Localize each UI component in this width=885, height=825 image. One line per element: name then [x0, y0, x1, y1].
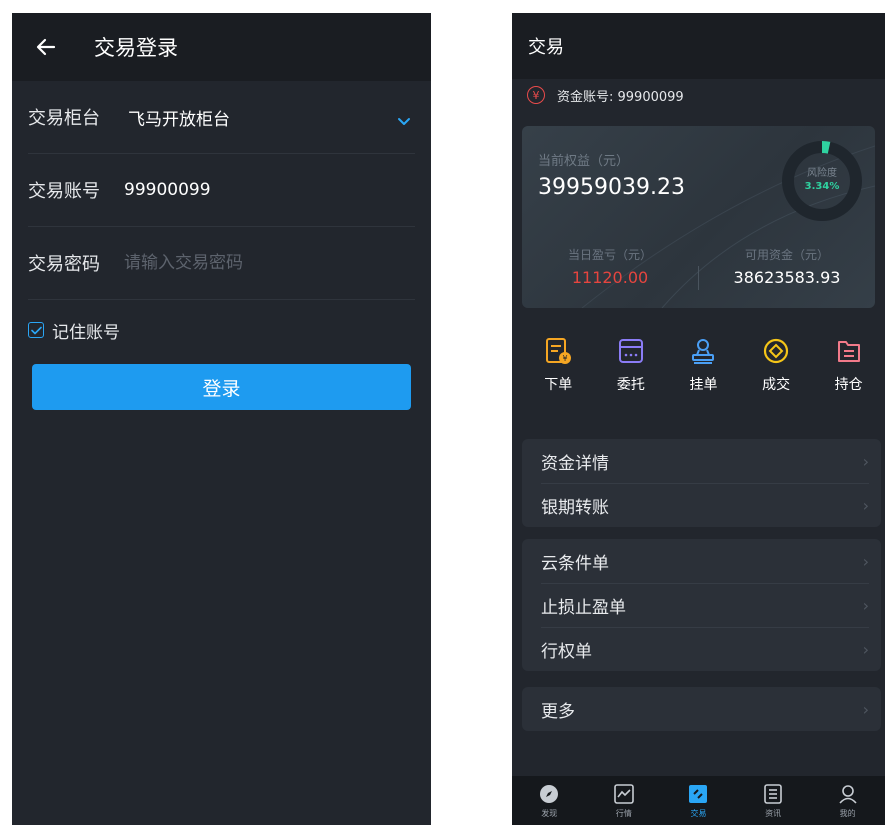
chevron-right-icon: ›: [862, 551, 869, 571]
menu-group-orders: 云条件单 › 止损止盈单 › 行权单 ›: [522, 539, 881, 671]
action-order[interactable]: ¥ 下单: [522, 336, 595, 394]
counter-label: 交易柜台: [28, 108, 100, 129]
chevron-right-icon: ›: [862, 639, 869, 659]
login-header: 交易登录: [12, 13, 431, 81]
action-position-label: 持仓: [834, 377, 863, 393]
equity-label: 当前权益（元）: [538, 154, 630, 169]
trade-icon: [689, 784, 708, 803]
tab-label: 交易: [690, 808, 707, 818]
trade-header: 交易: [512, 13, 885, 79]
order-icon: ¥: [546, 338, 572, 364]
menu-item-label: 更多: [541, 701, 575, 722]
deal-icon: [763, 338, 789, 364]
counter-select[interactable]: 交易柜台 飞马开放柜台: [28, 81, 415, 154]
available-funds-label: 可用资金（元）: [744, 248, 829, 262]
login-button[interactable]: 登录: [32, 364, 411, 410]
action-bar: ¥ 下单 委托 挂单 成交 持仓: [522, 336, 885, 394]
equity-card: 当前权益（元） 39959039.23 风险度 3.34% 当日盈亏（元） 11…: [522, 126, 875, 308]
risk-value: 3.34%: [804, 181, 840, 192]
fund-account-label: 资金账号: 99900099: [557, 89, 684, 105]
menu-item-exercise[interactable]: 行权单 ›: [522, 627, 881, 671]
tab-discover[interactable]: 发现: [512, 776, 587, 825]
chevron-down-icon[interactable]: [397, 111, 411, 130]
menu-item-label: 云条件单: [541, 553, 609, 574]
equity-value: 39959039.23: [538, 175, 685, 200]
menu-item-cloud-conditional[interactable]: 云条件单 ›: [522, 539, 881, 583]
entrust-icon: [618, 339, 643, 363]
menu-item-label: 资金详情: [541, 453, 609, 474]
remember-checkbox[interactable]: [28, 322, 44, 338]
tab-label: 我的: [839, 808, 856, 818]
back-arrow-icon[interactable]: [26, 27, 66, 67]
risk-label: 风险度: [807, 168, 837, 179]
svg-text:¥: ¥: [563, 354, 568, 363]
menu-item-bank-transfer[interactable]: 银期转账 ›: [522, 483, 881, 527]
menu-item-stop-loss[interactable]: 止损止盈单 ›: [522, 583, 881, 627]
action-position[interactable]: 持仓: [812, 336, 885, 394]
yuan-icon: ¥: [527, 86, 545, 104]
remember-label: 记住账号: [52, 322, 120, 343]
chevron-right-icon: ›: [862, 451, 869, 471]
menu-item-label: 行权单: [541, 641, 592, 662]
counter-value: 飞马开放柜台: [128, 109, 230, 130]
tab-label: 行情: [615, 808, 632, 818]
page-title: 交易登录: [94, 36, 178, 60]
tab-label: 发现: [541, 808, 558, 818]
menu-item-fund-details[interactable]: 资金详情 ›: [522, 439, 881, 483]
chart-icon: [614, 783, 634, 804]
available-funds-value: 38623583.93: [733, 268, 841, 287]
password-field[interactable]: [124, 253, 384, 273]
menu-item-label: 止损止盈单: [541, 597, 626, 618]
action-pending-order[interactable]: 挂单: [667, 336, 740, 394]
fund-account-row[interactable]: ¥ 资金账号: 99900099: [512, 79, 885, 111]
daily-pnl-label: 当日盈亏（元）: [567, 248, 652, 262]
pending-order-icon: [692, 339, 715, 364]
tab-label: 资讯: [765, 808, 782, 818]
tab-news[interactable]: 资讯: [736, 776, 811, 825]
chevron-right-icon: ›: [862, 495, 869, 515]
action-pending-order-label: 挂单: [689, 377, 718, 393]
tab-market[interactable]: 行情: [587, 776, 662, 825]
action-deal-label: 成交: [762, 377, 791, 393]
account-field[interactable]: 99900099: [124, 180, 211, 200]
menu-item-label: 银期转账: [541, 497, 609, 518]
action-deal[interactable]: 成交: [740, 336, 813, 394]
password-label: 交易密码: [28, 254, 100, 275]
page-title: 交易: [528, 37, 564, 58]
remember-account[interactable]: 记住账号: [28, 316, 415, 344]
action-order-label: 下单: [544, 377, 573, 393]
daily-pnl-value: 11120.00: [571, 268, 649, 287]
chevron-right-icon: ›: [862, 699, 869, 719]
menu-group-more: 更多 ›: [522, 687, 881, 731]
tab-profile[interactable]: 我的: [810, 776, 885, 825]
compass-icon: [540, 784, 559, 803]
account-row: 交易账号 99900099: [28, 154, 415, 227]
tab-trade[interactable]: 交易: [661, 776, 736, 825]
menu-group-funds: 资金详情 › 银期转账 ›: [522, 439, 881, 527]
action-entrust[interactable]: 委托: [595, 336, 668, 394]
news-icon: [764, 783, 782, 804]
action-entrust-label: 委托: [616, 377, 645, 393]
trade-screen: 交易 ¥ 资金账号: 99900099 当前权益（元） 39959039.23 …: [512, 13, 885, 825]
profile-icon: [839, 784, 857, 804]
password-row: 交易密码: [28, 227, 415, 300]
menu-item-more[interactable]: 更多 ›: [522, 687, 881, 731]
chevron-right-icon: ›: [862, 595, 869, 615]
position-icon: [837, 341, 860, 362]
bottom-tab-bar: 发现 行情 交易 资讯 我的: [512, 776, 885, 825]
login-screen: 交易登录 交易柜台 飞马开放柜台 交易账号 99900099 交易密码 记住账号…: [12, 13, 431, 825]
account-label: 交易账号: [28, 181, 100, 202]
